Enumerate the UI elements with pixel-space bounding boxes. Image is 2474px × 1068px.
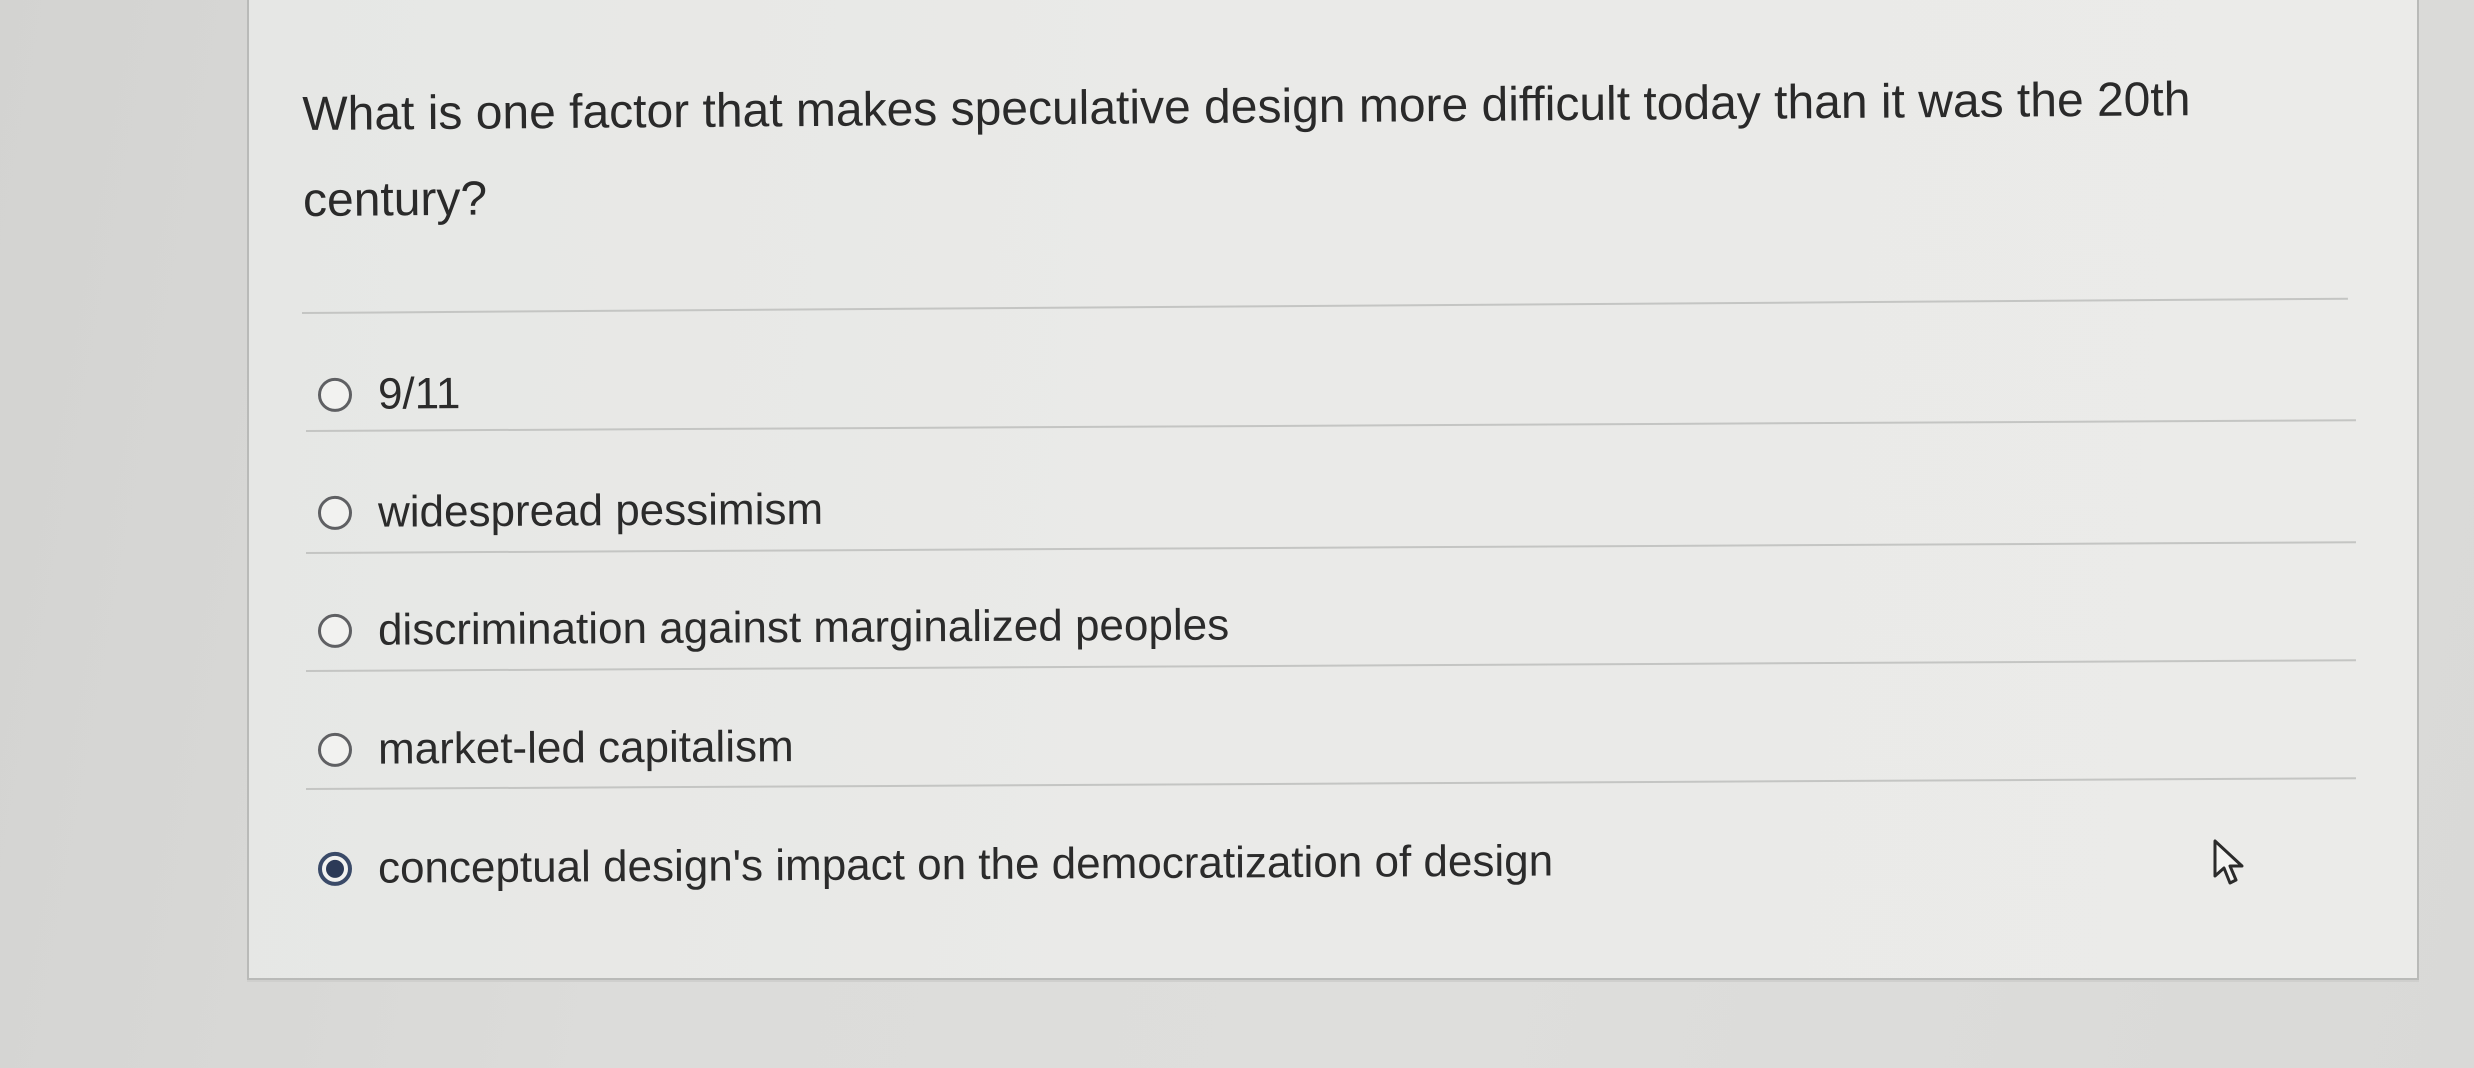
radio-button-icon[interactable] [317, 613, 353, 648]
option-conceptual-design[interactable]: conceptual design's impact on the democr… [317, 826, 1554, 904]
option-label: market-led capitalism [377, 722, 794, 774]
radio-button-icon[interactable] [317, 495, 353, 530]
option-label: 9/11 [377, 369, 461, 419]
option-widespread-pessimism[interactable]: widespread pessimism [317, 475, 824, 548]
option-label: conceptual design's impact on the democr… [377, 836, 1554, 893]
option-label: widespread pessimism [377, 484, 824, 537]
question-text: What is one factor that makes speculativ… [302, 73, 2191, 227]
option-market-led-capitalism[interactable]: market-led capitalism [317, 712, 794, 785]
option-discrimination[interactable]: discrimination against marginalized peop… [317, 590, 1230, 666]
mouse-pointer-icon [2213, 839, 2244, 885]
radio-button-icon[interactable] [317, 377, 353, 412]
radio-button-icon[interactable] [317, 732, 353, 767]
radio-button-selected-icon[interactable] [317, 851, 353, 886]
option-label: discrimination against marginalized peop… [377, 600, 1230, 655]
option-9-11[interactable]: 9/11 [317, 359, 461, 430]
